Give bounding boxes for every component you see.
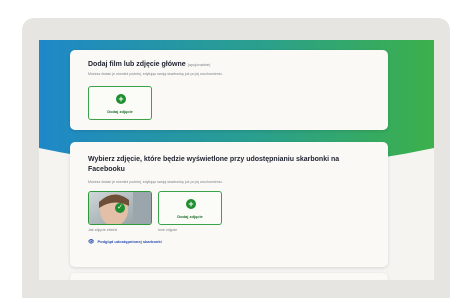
add-photo-button[interactable]: + Dodaj zdjęcie [88, 86, 152, 120]
share-image-title: Wybierz zdjęcie, które będzie wyświetlon… [88, 156, 340, 173]
optional-label: (opcjonalnie) [187, 62, 211, 67]
selected-photo-caption: Jak zdjęcie zbiórki [88, 228, 118, 232]
preview-share-label: Podgląd udostępnionej skarbonki [97, 239, 162, 244]
preview-share-link[interactable]: 👁 Podgląd udostępnionej skarbonki [88, 239, 162, 245]
main-media-hint: Możesz dodać je również później, edytują… [88, 72, 223, 76]
add-photo-label: Dodaj zdjęcie [107, 109, 133, 114]
eye-icon: 👁 [88, 239, 95, 245]
main-media-title: Dodaj film lub zdjęcie główne (opcjonaln… [88, 60, 210, 70]
share-image-hint: Możesz dodać je również później, edytują… [88, 180, 223, 184]
plus-icon: + [186, 199, 196, 209]
share-image-card: Wybierz zdjęcie, które będzie wyświetlon… [70, 142, 388, 267]
check-icon: ✓ [115, 203, 125, 213]
add-other-photo-label: Dodaj zdjęcie [177, 214, 203, 219]
other-photo-caption: Inne zdjęcie [158, 228, 178, 232]
app-screen: Dodaj film lub zdjęcie główne (opcjonaln… [39, 40, 434, 280]
main-media-title-text: Dodaj film lub zdjęcie główne [88, 61, 186, 68]
selected-photo-thumbnail[interactable]: ✓ [88, 191, 152, 225]
add-other-photo-button[interactable]: + Dodaj zdjęcie [158, 191, 222, 225]
next-section-card [70, 273, 388, 280]
plus-icon: + [116, 94, 126, 104]
main-media-card: Dodaj film lub zdjęcie główne (opcjonaln… [70, 50, 388, 130]
